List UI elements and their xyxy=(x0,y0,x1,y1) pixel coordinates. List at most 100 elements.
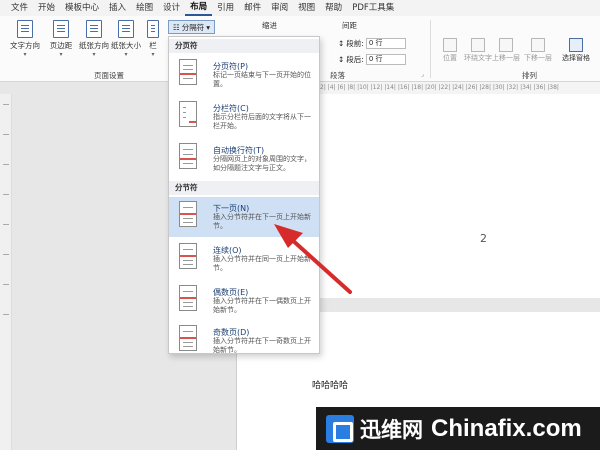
break-item-desc: 分隔网页上的对象周围的文字，如分隔题注文字与正文。 xyxy=(213,155,311,172)
text-direction-label: 文字方向 xyxy=(10,41,40,50)
bring-forward-icon xyxy=(499,38,513,52)
menu-insert[interactable]: 插入 xyxy=(104,0,131,16)
breaks-label: 分隔符 xyxy=(181,22,205,32)
break-item-desc: 标记一页结束与下一页开始的位置。 xyxy=(213,71,311,88)
menu-layout[interactable]: 布局 xyxy=(185,0,213,16)
chevron-down-icon: ▾ xyxy=(23,51,27,58)
watermark-banner: 迅维网 Chinafix.com xyxy=(316,407,600,450)
chevron-down-icon: ▾ xyxy=(124,51,128,58)
break-item-odd-page[interactable]: 奇数页(D) 插入分节符并在下一奇数页上开始新节。 xyxy=(169,321,319,361)
space-before-icon: ↕ xyxy=(338,39,345,48)
size-label: 纸张大小 xyxy=(111,41,141,50)
breaks-icon: ☷ xyxy=(173,22,180,32)
spacing-label: 间距 xyxy=(342,21,357,30)
break-item-desc: 指示分栏符后面的文字将从下一栏开始。 xyxy=(213,113,311,130)
menu-pdf-tools[interactable]: PDF工具集 xyxy=(347,0,399,16)
menu-references[interactable]: 引用 xyxy=(212,0,239,16)
chevron-down-icon: ▾ xyxy=(151,51,155,58)
ruler-tick xyxy=(3,104,9,105)
menu-draw[interactable]: 绘图 xyxy=(131,0,158,16)
columns-icon xyxy=(147,20,159,38)
wrap-text-icon xyxy=(471,38,485,52)
odd-page-break-icon xyxy=(179,325,197,351)
menu-design[interactable]: 设计 xyxy=(158,0,185,16)
indent-label: 缩进 xyxy=(262,21,277,30)
ruler-tick xyxy=(3,284,9,285)
send-backward-button[interactable]: 下移一层 xyxy=(521,38,555,63)
space-after-row: ↕ 段后: 0 行 xyxy=(338,54,406,65)
break-item-even-page[interactable]: 偶数页(E) 插入分节符并在下一偶数页上开始新节。 xyxy=(169,281,319,321)
breaks-button[interactable]: ☷ 分隔符 ▾ xyxy=(168,20,215,34)
chinafix-logo-icon xyxy=(326,414,354,443)
ruler-tick xyxy=(3,134,9,135)
watermark-en: Chinafix.com xyxy=(431,414,582,442)
selection-pane-button[interactable]: 选择窗格 xyxy=(555,38,597,63)
space-after-label: 段后: xyxy=(346,55,364,64)
page-setup-group-label: 页面设置 xyxy=(94,71,124,80)
ruler-tick xyxy=(3,224,9,225)
column-break-icon xyxy=(179,101,197,127)
space-after-icon: ↕ xyxy=(338,55,345,64)
break-item-desc: 插入分节符并在下一偶数页上开始新节。 xyxy=(213,297,311,314)
text-direction-icon xyxy=(17,20,33,38)
orientation-label: 纸张方向 xyxy=(79,41,109,50)
break-item-desc: 插入分节符并在下一奇数页上开始新节。 xyxy=(213,337,311,354)
margins-button[interactable]: 页边距 ▾ xyxy=(46,20,76,58)
menu-mailings[interactable]: 邮件 xyxy=(239,0,266,16)
break-item-desc: 插入分节符并在下一页上开始新节。 xyxy=(213,213,311,230)
menu-templates[interactable]: 模板中心 xyxy=(60,0,104,16)
paragraph-group-label: 段落 xyxy=(330,71,345,80)
chevron-down-icon: ▾ xyxy=(59,51,63,58)
section-breaks-header: 分节符 xyxy=(169,181,319,195)
columns-label: 栏 xyxy=(149,41,157,50)
menu-view[interactable]: 视图 xyxy=(293,0,320,16)
break-item-text-wrapping[interactable]: 自动换行符(T) 分隔网页上的对象周围的文字，如分隔题注文字与正文。 xyxy=(169,139,319,179)
size-button[interactable]: 纸张大小 ▾ xyxy=(110,20,142,58)
horizontal-ruler[interactable]: |2| |4| |6| |8| |10| |12| |14| |16| |18|… xyxy=(318,82,600,94)
margins-icon xyxy=(53,20,69,38)
bring-forward-label: 上移一层 xyxy=(492,54,520,62)
break-item-next-page[interactable]: 下一页(N) 插入分节符并在下一页上开始新节。 xyxy=(169,197,319,237)
break-item-column[interactable]: 分栏符(C) 指示分栏符后面的文字将从下一栏开始。 xyxy=(169,97,319,137)
chevron-down-icon: ▾ xyxy=(92,51,96,58)
text-direction-button[interactable]: 文字方向 ▾ xyxy=(8,20,42,58)
vertical-ruler[interactable] xyxy=(0,94,12,450)
space-before-label: 段前: xyxy=(346,39,364,48)
menu-help[interactable]: 帮助 xyxy=(320,0,347,16)
arrange-group-label: 排列 xyxy=(522,71,537,80)
space-after-input[interactable]: 0 行 xyxy=(365,54,406,65)
watermark-cn: 迅维网 xyxy=(360,417,423,442)
next-page-break-icon xyxy=(179,201,197,227)
document-text[interactable]: 哈哈哈哈 xyxy=(312,378,348,391)
break-item-desc: 插入分节符并在同一页上开始新节。 xyxy=(213,255,311,272)
ribbon-separator xyxy=(430,20,431,78)
columns-button[interactable]: 栏 ▾ xyxy=(142,20,164,58)
ruler-tick xyxy=(3,194,9,195)
even-page-break-icon xyxy=(179,285,197,311)
menu-bar: 文件 开始 模板中心 插入 绘图 设计 布局 引用 邮件 审阅 视图 帮助 PD… xyxy=(0,0,600,16)
break-item-continuous[interactable]: 连续(O) 插入分节符并在同一页上开始新节。 xyxy=(169,239,319,279)
menu-file[interactable]: 文件 xyxy=(6,0,33,16)
ruler-tick xyxy=(3,164,9,165)
space-before-input[interactable]: 0 行 xyxy=(365,38,406,49)
menu-review[interactable]: 审阅 xyxy=(266,0,293,16)
chevron-down-icon: ▾ xyxy=(206,22,210,32)
page-number: 2 xyxy=(480,232,487,245)
selection-pane-icon xyxy=(569,38,583,52)
size-icon xyxy=(118,20,134,38)
orientation-icon xyxy=(86,20,102,38)
ruler-tick xyxy=(3,314,9,315)
text-wrapping-break-icon xyxy=(179,143,197,169)
paragraph-launcher-icon[interactable]: ⌟ xyxy=(421,71,424,78)
send-backward-label: 下移一层 xyxy=(524,54,552,62)
send-backward-icon xyxy=(531,38,545,52)
selection-pane-label: 选择窗格 xyxy=(562,54,590,62)
bring-forward-button[interactable]: 上移一层 xyxy=(489,38,523,63)
page-break-icon xyxy=(179,59,197,85)
breaks-dropdown: 分页符 分页符(P) 标记一页结束与下一页开始的位置。 分栏符(C) 指示分栏符… xyxy=(168,36,320,354)
break-item-page[interactable]: 分页符(P) 标记一页结束与下一页开始的位置。 xyxy=(169,55,319,95)
orientation-button[interactable]: 纸张方向 ▾ xyxy=(78,20,110,58)
menu-home[interactable]: 开始 xyxy=(33,0,60,16)
ruler-tick xyxy=(3,254,9,255)
space-before-row: ↕ 段前: 0 行 xyxy=(338,38,406,49)
